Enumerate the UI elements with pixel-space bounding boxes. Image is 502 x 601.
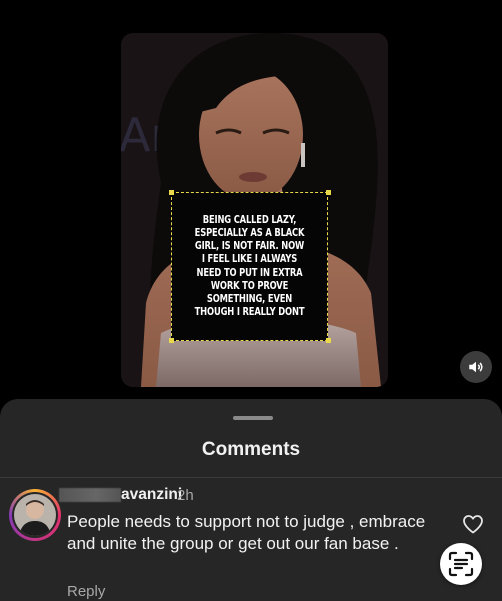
comment-body: People needs to support not to judge , e… [67,512,426,553]
sheet-drag-handle[interactable] [233,416,273,420]
live-text-button[interactable] [440,543,482,585]
avatar-ring-gap [12,492,58,538]
username-redaction [59,488,121,502]
sound-toggle-button[interactable] [460,351,492,383]
resize-handle-tr [326,190,331,195]
user-photo-icon [14,494,56,536]
screen: Ar BEING CALLED LAZY, ESPECIALLY AS A BL… [0,0,502,601]
avatar[interactable] [9,489,61,541]
avatar-image [14,494,56,536]
resize-handle-br [326,338,331,343]
resize-handle-tl [169,190,174,195]
text-scan-icon [448,551,474,577]
reply-button[interactable]: Reply [67,583,105,600]
like-comment-button[interactable] [461,512,485,536]
comment-item: avanzini 2h People needs to support not … [0,483,502,601]
comment-timestamp: 2h [177,487,194,504]
text-overlay: BEING CALLED LAZY, ESPECIALLY AS A BLACK… [171,192,328,341]
comment-username[interactable]: avanzini [121,486,182,504]
speaker-icon [469,361,483,373]
resize-handle-bl [169,338,174,343]
divider [0,477,502,478]
comments-sheet: Comments avanzini 2h People needs to sup… [0,399,502,601]
comments-title: Comments [201,439,301,460]
video-player[interactable]: Ar BEING CALLED LAZY, ESPECIALLY AS A BL… [121,33,388,387]
overlay-caption: BEING CALLED LAZY, ESPECIALLY AS A BLACK… [194,214,305,319]
heart-icon [463,515,483,534]
